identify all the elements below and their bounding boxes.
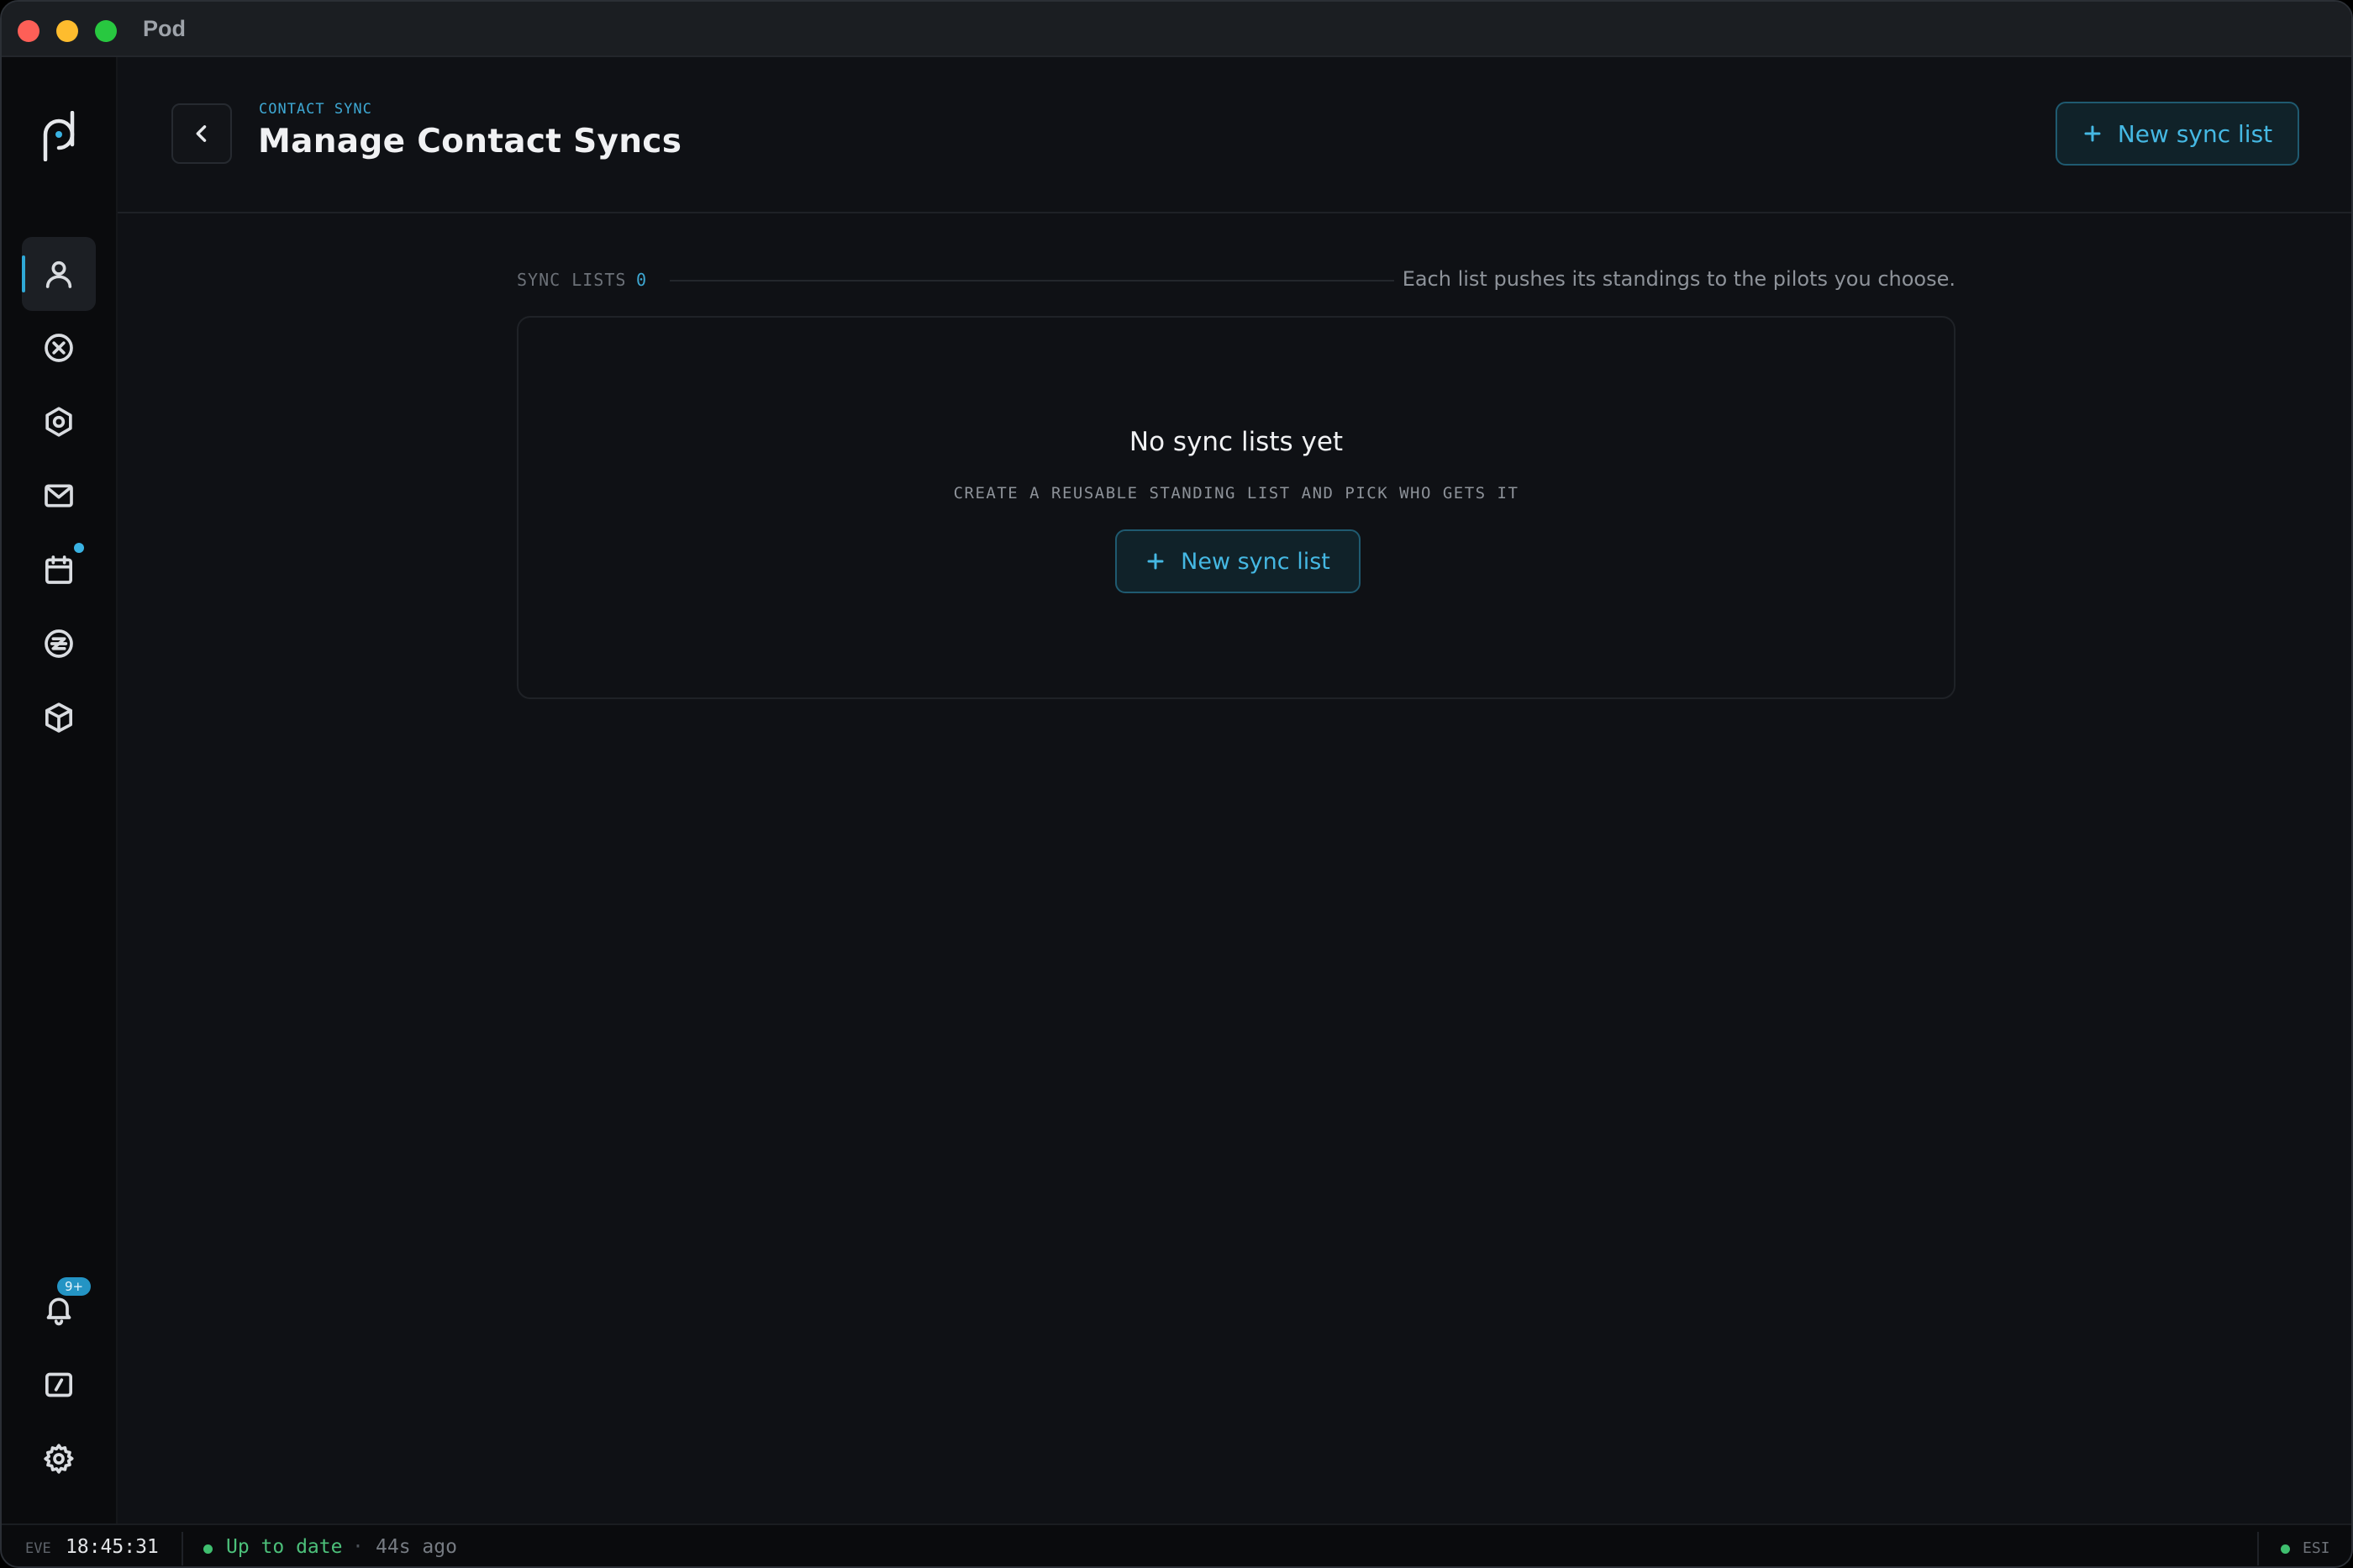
title-bar: Pod (2, 2, 2351, 57)
sidebar-item-mail[interactable] (22, 459, 96, 533)
new-sync-list-button[interactable]: New sync list (2056, 102, 2299, 166)
eve-time: 18:45:31 (66, 1536, 159, 1558)
eve-label: EVE (25, 1540, 51, 1557)
sidebar: 9+ (2, 57, 118, 1523)
gear-icon (44, 1444, 74, 1474)
mail-icon (45, 484, 73, 508)
plus-icon (1147, 553, 1164, 570)
notification-count-badge: 9+ (57, 1277, 91, 1296)
sidebar-item-blocked[interactable] (22, 311, 96, 385)
section-label: SYNC LISTS (517, 270, 627, 290)
close-window-button[interactable] (18, 20, 39, 42)
esi-label: ESI (2303, 1539, 2330, 1557)
terminal-slash-icon (45, 1372, 72, 1397)
empty-state-button-label: New sync list (1181, 548, 1330, 575)
empty-state-new-sync-list-button[interactable]: New sync list (1115, 529, 1361, 593)
pod-logo-icon (43, 111, 75, 161)
last-sync-time: 44s ago (376, 1536, 457, 1558)
sidebar-item-modules[interactable] (22, 385, 96, 459)
hexagon-icon (45, 407, 72, 437)
empty-state-card: No sync lists yet CREATE A REUSABLE STAN… (517, 316, 1956, 699)
calendar-icon (45, 555, 72, 584)
status-divider (182, 1532, 183, 1565)
section-hint: Each list pushes its standings to the pi… (1402, 267, 1956, 291)
bell-icon (46, 1297, 71, 1326)
sidebar-item-currency[interactable] (22, 607, 96, 681)
empty-state-subtitle: CREATE A REUSABLE STANDING LIST AND PICK… (953, 484, 1519, 502)
section-count: 0 (636, 270, 647, 290)
section-header: SYNC LISTS 0 Each list pushes its standi… (517, 266, 1956, 294)
circle-x-icon (45, 334, 73, 362)
new-sync-list-label: New sync list (2117, 119, 2273, 148)
notifications-button[interactable]: 9+ (22, 1272, 96, 1346)
app-window: Pod 9+ CONTACT SYNC Manage Contact Syncs… (0, 0, 2353, 1568)
window-title: Pod (143, 16, 186, 41)
back-button[interactable] (171, 103, 232, 164)
status-divider-right (2257, 1532, 2259, 1565)
sync-status-dot (203, 1544, 213, 1554)
empty-state-title: No sync lists yet (1129, 427, 1344, 457)
maximize-window-button[interactable] (95, 20, 117, 42)
circle-z-icon (45, 629, 73, 658)
esi-status-dot (2281, 1544, 2290, 1554)
box-icon (45, 702, 72, 733)
user-icon (45, 260, 72, 288)
sidebar-item-contacts[interactable] (22, 237, 96, 311)
status-bar: EVE 18:45:31 Up to date · 44s ago ESI (2, 1523, 2351, 1566)
console-button[interactable] (22, 1348, 96, 1422)
settings-button[interactable] (22, 1422, 96, 1496)
sidebar-item-assets[interactable] (22, 681, 96, 755)
chevron-left-icon (196, 125, 207, 142)
sidebar-item-calendar[interactable] (22, 533, 96, 607)
page-title: Manage Contact Syncs (258, 123, 682, 160)
calendar-notification-dot (74, 543, 84, 553)
page-eyebrow: CONTACT SYNC (259, 101, 372, 118)
minimize-window-button[interactable] (56, 20, 78, 42)
section-divider (670, 280, 1394, 282)
plus-icon (2084, 125, 2101, 142)
sync-status: Up to date (226, 1536, 343, 1558)
status-separator: · (352, 1536, 364, 1558)
page-header: CONTACT SYNC Manage Contact Syncs New sy… (118, 57, 2351, 213)
